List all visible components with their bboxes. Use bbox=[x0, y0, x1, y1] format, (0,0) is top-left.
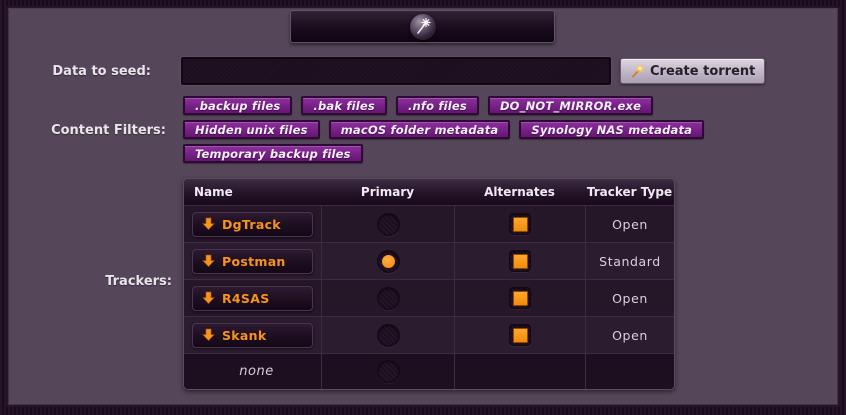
tracker-row: DgTrack Open bbox=[184, 205, 674, 242]
alternates-checkbox[interactable] bbox=[509, 213, 531, 235]
tracker-row: Postman Standard bbox=[184, 242, 674, 279]
content-filters-label: Content Filters: bbox=[51, 123, 166, 138]
tracker-row: R4SAS Open bbox=[184, 279, 674, 316]
tracker-name-button[interactable]: Skank bbox=[192, 323, 313, 348]
create-torrent-button[interactable]: Create torrent bbox=[620, 58, 765, 84]
tracker-type: Open bbox=[612, 328, 648, 343]
content-filter-chips: .backup files .bak files .nfo files DO_N… bbox=[183, 96, 743, 163]
tracker-name-button[interactable]: Postman bbox=[192, 249, 313, 274]
tracker-row: Skank Open bbox=[184, 316, 674, 353]
trackers-table: Name Primary Alternates Tracker Type DgT… bbox=[183, 178, 675, 390]
filter-chip[interactable]: macOS folder metadata bbox=[329, 120, 511, 139]
tracker-name: DgTrack bbox=[222, 217, 281, 232]
tracker-name: R4SAS bbox=[222, 291, 270, 306]
column-header-primary: Primary bbox=[321, 179, 454, 205]
tracker-type: Standard bbox=[599, 254, 661, 269]
filter-chip[interactable]: .nfo files bbox=[396, 96, 479, 115]
down-arrow-icon bbox=[202, 217, 215, 231]
primary-radio[interactable] bbox=[377, 250, 400, 273]
down-arrow-icon bbox=[202, 254, 215, 268]
primary-radio[interactable] bbox=[377, 213, 400, 236]
wizard-top-button[interactable] bbox=[290, 10, 555, 43]
down-arrow-icon bbox=[202, 328, 215, 342]
magic-wand-sphere-icon bbox=[410, 14, 436, 40]
filter-chip[interactable]: Synology NAS metadata bbox=[519, 120, 704, 139]
data-to-seed-input[interactable] bbox=[181, 57, 611, 85]
filter-chip[interactable]: Temporary backup files bbox=[183, 144, 363, 163]
primary-radio-none[interactable] bbox=[377, 360, 400, 383]
alternates-checkbox[interactable] bbox=[509, 324, 531, 346]
column-header-tracker-type: Tracker Type bbox=[585, 179, 674, 205]
alternates-checkbox[interactable] bbox=[509, 250, 531, 272]
column-header-alternates: Alternates bbox=[454, 179, 585, 205]
tracker-name-button[interactable]: DgTrack bbox=[192, 212, 313, 237]
tracker-type: Open bbox=[612, 217, 648, 232]
filter-chip[interactable]: DO_NOT_MIRROR.exe bbox=[488, 96, 653, 115]
trackers-label: Trackers: bbox=[105, 274, 172, 289]
primary-radio[interactable] bbox=[377, 287, 400, 310]
filter-chip[interactable]: .backup files bbox=[183, 96, 292, 115]
primary-radio[interactable] bbox=[377, 324, 400, 347]
alternates-checkbox[interactable] bbox=[509, 287, 531, 309]
trackers-table-header: Name Primary Alternates Tracker Type bbox=[184, 179, 674, 205]
tracker-name: Skank bbox=[222, 328, 266, 343]
filter-chip[interactable]: Hidden unix files bbox=[183, 120, 320, 139]
tracker-name: Postman bbox=[222, 254, 286, 269]
create-torrent-label: Create torrent bbox=[650, 64, 755, 79]
down-arrow-icon bbox=[202, 291, 215, 305]
tracker-type: Open bbox=[612, 291, 648, 306]
magic-wand-icon bbox=[630, 64, 645, 79]
filter-chip[interactable]: .bak files bbox=[301, 96, 387, 115]
none-option-label: none bbox=[192, 364, 321, 379]
tracker-name-button[interactable]: R4SAS bbox=[192, 286, 313, 311]
column-header-name: Name bbox=[184, 179, 321, 205]
data-to-seed-label: Data to seed: bbox=[52, 64, 151, 79]
tracker-row-none: none bbox=[184, 353, 674, 389]
torrent-wizard-window: Data to seed: Create torrent Content Fil… bbox=[0, 0, 846, 415]
